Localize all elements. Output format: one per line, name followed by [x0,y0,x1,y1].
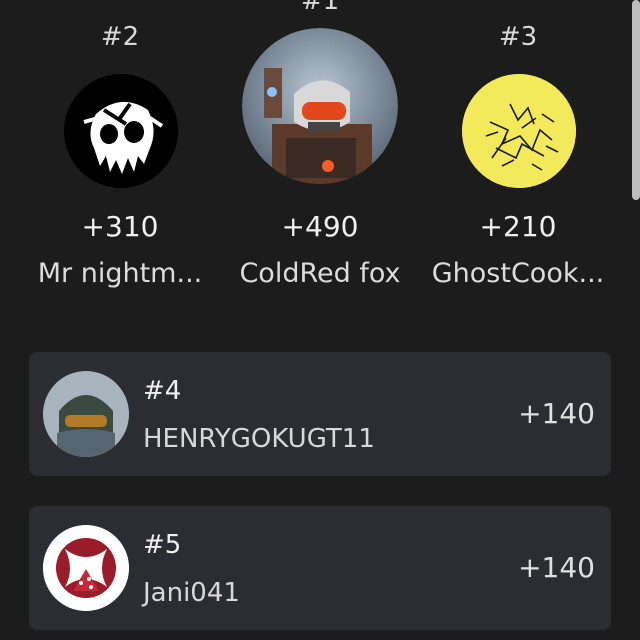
xbox-logo-icon [43,525,129,611]
scribble-avatar[interactable] [462,74,576,188]
row-rank: #4 [143,376,182,406]
third-place-rank: #3 [498,22,538,52]
second-place-name: Mr nightm... [37,258,203,289]
leaderboard-row[interactable]: #5 Jani041 +140 [29,506,611,630]
third-place-score: +210 [479,210,557,243]
masked-player-icon [43,371,129,457]
skull-icon [64,74,178,188]
scribble-icon [462,74,576,188]
row-player-name: Jani041 [143,578,240,608]
robot-soldier-avatar[interactable] [242,28,398,184]
scrollbar[interactable] [632,0,640,200]
row-rank: #5 [143,530,182,560]
first-place-name: ColdRed fox [239,258,401,289]
row-player-name: HENRYGOKUGT11 [143,424,375,454]
row-score: +140 [518,551,595,584]
third-place-name: GhostCook... [431,258,605,289]
player-avatar[interactable] [43,525,129,611]
row-score: +140 [518,397,595,430]
skull-avatar[interactable] [64,74,178,188]
podium-first[interactable]: +490 ColdRed fox [220,0,420,320]
leaderboard-podium: #1 #2 +310 Mr nightm... +490 ColdRed fox… [0,0,640,320]
second-place-score: +310 [81,210,159,243]
player-avatar[interactable] [43,371,129,457]
first-place-score: +490 [281,210,359,243]
leaderboard-row[interactable]: #4 HENRYGOKUGT11 +140 [29,352,611,476]
podium-third[interactable]: #3 +210 GhostCook... [418,0,618,320]
podium-second[interactable]: #2 +310 Mr nightm... [20,0,220,320]
robot-soldier-icon [242,28,398,184]
second-place-rank: #2 [100,22,140,52]
